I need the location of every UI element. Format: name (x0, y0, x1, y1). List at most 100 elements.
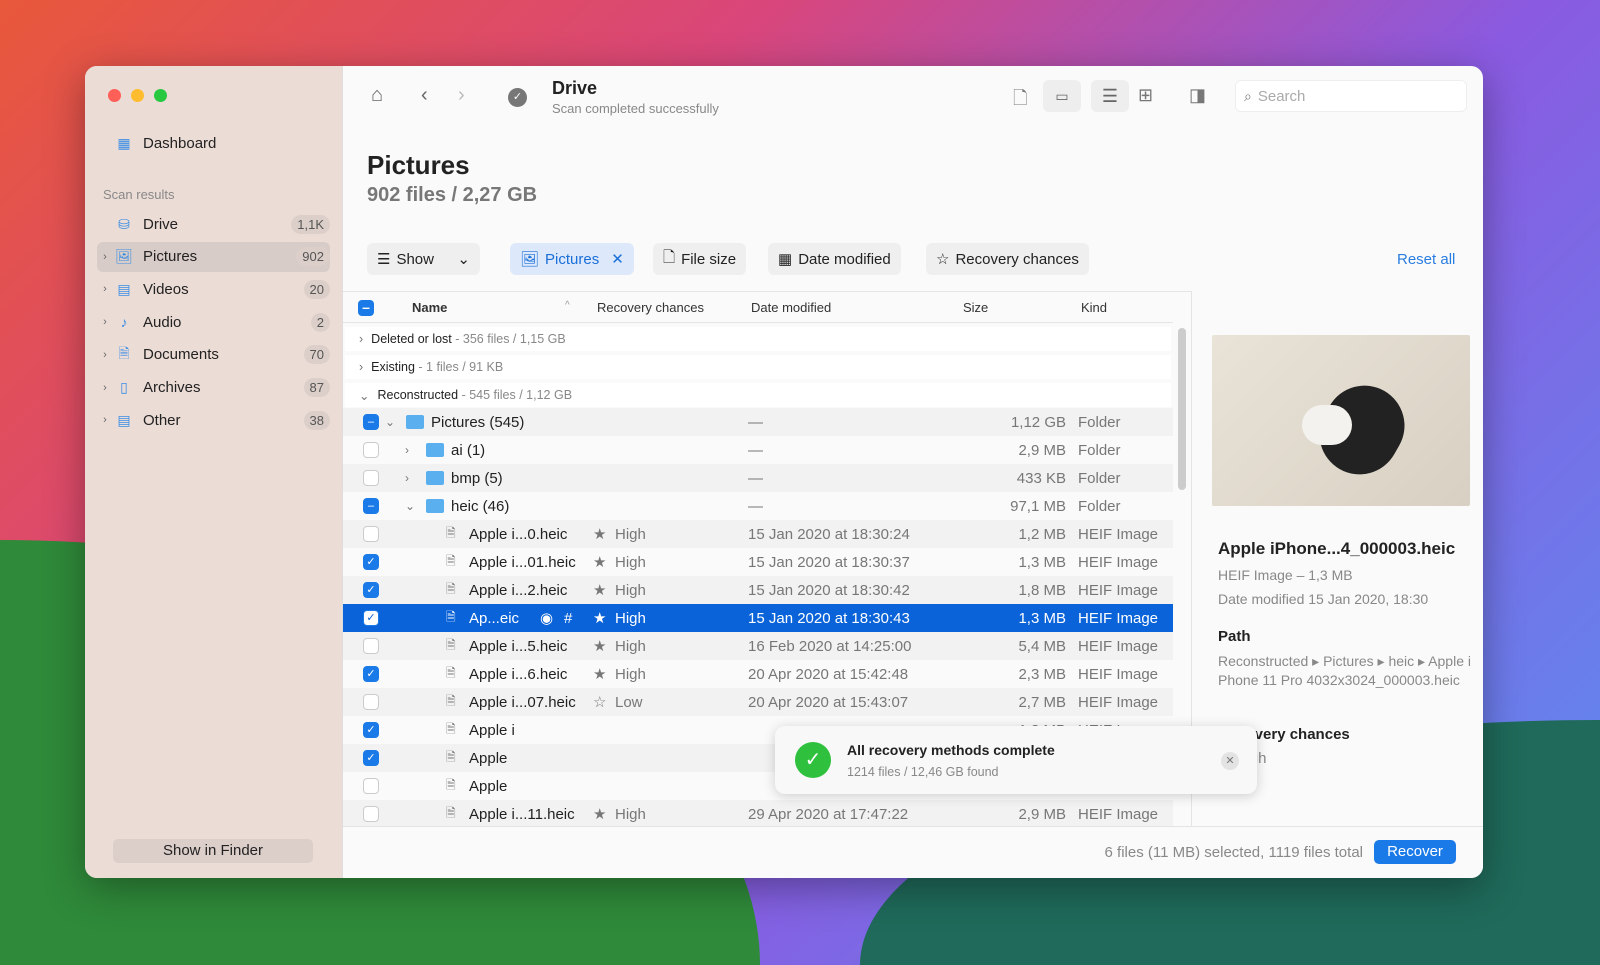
sidebar-item-documents[interactable]: › 🗎 Documents 70 (97, 340, 330, 370)
sidebar-item-pictures[interactable]: › 🖼 Pictures 902 (97, 241, 330, 272)
scrollbar[interactable] (1178, 328, 1186, 490)
folder-row[interactable]: › bmp (5) — 433 KB Folder (343, 464, 1173, 492)
folder-row[interactable]: – ⌄ heic (46) — 97,1 MB Folder (343, 492, 1173, 520)
column-header-date[interactable]: Date modified (751, 300, 831, 315)
row-checkbox[interactable] (363, 470, 379, 486)
chevron-right-icon[interactable]: › (97, 283, 113, 295)
column-header-kind[interactable]: Kind (1081, 300, 1107, 315)
disclosure-chevron-icon[interactable]: ⌄ (385, 415, 395, 429)
sidebar-item-audio[interactable]: › ♪ Audio 2 (97, 307, 330, 337)
grid-view-icon[interactable]: ⊞ (1138, 85, 1153, 106)
disclosure-chevron-icon[interactable]: › (405, 471, 409, 485)
row-checkbox[interactable]: ✓ (363, 722, 379, 738)
column-header-name[interactable]: Name (412, 300, 447, 315)
chevron-icon[interactable]: › (359, 332, 363, 346)
chevron-icon[interactable]: ⌄ (359, 388, 369, 403)
remove-filter-icon[interactable]: ✕ (611, 250, 624, 268)
recovery-chance: Low (615, 693, 643, 711)
file-size-filter-button[interactable]: 🗋 File size (653, 243, 747, 275)
forward-button[interactable]: › (458, 84, 465, 107)
close-window-button[interactable] (108, 89, 121, 102)
star-icon: ★ (593, 666, 607, 683)
sidebar-item-dashboard[interactable]: ▦ Dashboard (97, 128, 330, 158)
music-icon: ♪ (120, 314, 128, 331)
hex-view-icon[interactable]: # (564, 610, 572, 627)
row-checkbox[interactable]: – (363, 498, 379, 514)
row-checkbox[interactable]: – (363, 414, 379, 430)
sidebar-item-videos[interactable]: › ▤ Videos 20 (97, 274, 330, 304)
divider (343, 322, 1173, 323)
folder-view-icon[interactable]: ▭ (1043, 80, 1081, 112)
select-all-checkbox[interactable]: – (358, 300, 374, 316)
pictures-filter-chip[interactable]: 🖼 Pictures ✕ (510, 243, 634, 275)
group-text: Deleted or lost - 356 files / 1,15 GB (371, 332, 566, 346)
show-filter-button[interactable]: ☰ Show ⌄ (367, 243, 480, 275)
home-icon[interactable]: ⌂ (371, 84, 383, 107)
pictures-icon: 🖼 (115, 248, 133, 265)
footer: 6 files (11 MB) selected, 1119 files tot… (343, 826, 1483, 878)
row-checkbox[interactable] (363, 638, 379, 654)
show-in-finder-button[interactable]: Show in Finder (113, 839, 313, 863)
close-toast-button[interactable]: ✕ (1221, 752, 1239, 770)
toast-title: All recovery methods complete (847, 742, 1055, 758)
sidebar-toggle-icon[interactable]: ◨ (1189, 85, 1206, 106)
zoom-window-button[interactable] (154, 89, 167, 102)
chevron-icon[interactable]: › (359, 360, 363, 374)
chevron-right-icon[interactable]: › (97, 251, 113, 263)
row-checkbox[interactable] (363, 694, 379, 710)
column-header-recovery[interactable]: Recovery chances (597, 300, 704, 315)
back-button[interactable]: ‹ (421, 84, 428, 107)
sidebar-item-drive[interactable]: ⛁ Drive 1,1K (97, 209, 330, 239)
search-input[interactable]: ⌕ Search (1235, 80, 1467, 112)
group-header-existing[interactable]: › Existing - 1 files / 91 KB (345, 355, 1171, 379)
file-row[interactable]: ✓ 🗎 Ap...eic ◉ # ★ High 15 Jan 2020 at 18:30:43… (343, 604, 1173, 632)
row-checkbox[interactable]: ✓ (363, 610, 379, 626)
column-header-size[interactable]: Size (963, 300, 988, 315)
recovery-chance: High (615, 525, 646, 543)
reset-all-link[interactable]: Reset all (1397, 251, 1455, 268)
folder-row[interactable]: – ⌄ Pictures (545) — 1,12 GB Folder (343, 408, 1173, 436)
date-modified-filter-button[interactable]: ▦ Date modified (768, 243, 901, 275)
file-view-icon[interactable]: 🗋 (1013, 86, 1027, 116)
row-checkbox[interactable]: ✓ (363, 666, 379, 682)
grid-icon: ▦ (117, 134, 131, 151)
list-view-icon[interactable]: ☰ (1091, 80, 1129, 112)
file-row[interactable]: 🗎 Apple i...11.heic ★ High 29 Apr 2020 at 17… (343, 800, 1173, 828)
disclosure-chevron-icon[interactable]: ⌄ (405, 499, 415, 513)
minimize-window-button[interactable] (131, 89, 144, 102)
disclosure-chevron-icon[interactable]: › (405, 443, 409, 457)
group-header-reconstructed[interactable]: ⌄ Reconstructed - 545 files / 1,12 GB (345, 383, 1171, 407)
recover-button[interactable]: Recover (1374, 840, 1456, 864)
file-row[interactable]: ✓ 🗎 Apple i...2.heic ★ High 15 Jan 2020 at 18… (343, 576, 1173, 604)
chevron-right-icon[interactable]: › (97, 349, 113, 361)
file-row[interactable]: 🗎 Apple i...0.heic ★ High 15 Jan 2020 at 18:… (343, 520, 1173, 548)
row-checkbox[interactable]: ✓ (363, 582, 379, 598)
chevron-right-icon[interactable]: › (97, 316, 113, 328)
file-row[interactable]: ✓ 🗎 Apple i...01.heic ★ High 15 Jan 2020 at 1… (343, 548, 1173, 576)
sidebar-item-archives[interactable]: › ▯ Archives 87 (97, 373, 330, 403)
sidebar: ▦ Dashboard Scan results ⛁ Drive 1,1K › 🖼 Pic… (85, 66, 343, 878)
row-checkbox[interactable]: ✓ (363, 554, 379, 570)
chevron-right-icon[interactable]: › (97, 414, 113, 426)
recovery-chances-filter-button[interactable]: ☆ Recovery chances (926, 243, 1089, 275)
file-row[interactable]: 🗎 Apple i...07.heic ☆ Low 20 Apr 2020 at 15:… (343, 688, 1173, 716)
row-checkbox[interactable] (363, 526, 379, 542)
file-row[interactable]: 🗎 Apple i...5.heic ★ High 16 Feb 2020 at 14:… (343, 632, 1173, 660)
preview-eye-icon[interactable]: ◉ (540, 609, 553, 627)
file-kind: HEIF Image (1078, 637, 1159, 655)
row-checkbox[interactable]: ✓ (363, 750, 379, 766)
group-header-deleted-or-lost[interactable]: › Deleted or lost - 356 files / 1,15 GB (345, 327, 1171, 351)
count-badge: 1,1K (291, 214, 330, 234)
file-size: 1,3 MB (1018, 609, 1066, 627)
divider (343, 291, 1191, 292)
folder-row[interactable]: › ai (1) — 2,9 MB Folder (343, 436, 1173, 464)
file-row[interactable]: ✓ 🗎 Apple i...6.heic ★ High 20 Apr 2020 at 15… (343, 660, 1173, 688)
sidebar-item-label: Documents (143, 346, 219, 364)
row-checkbox[interactable] (363, 806, 379, 822)
selection-status: 6 files (11 MB) selected, 1119 files tot… (1104, 844, 1363, 861)
sidebar-item-other[interactable]: › ▤ Other 38 (97, 405, 330, 435)
file-kind: HEIF Image (1078, 525, 1159, 543)
row-checkbox[interactable] (363, 778, 379, 794)
chevron-right-icon[interactable]: › (97, 382, 113, 394)
row-checkbox[interactable] (363, 442, 379, 458)
